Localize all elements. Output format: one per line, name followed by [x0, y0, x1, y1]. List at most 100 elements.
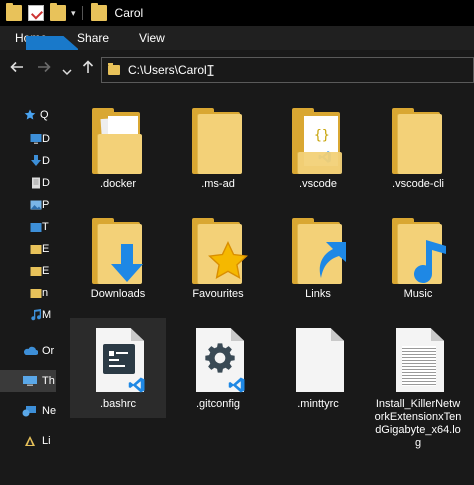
- linux-icon: [25, 436, 35, 446]
- file-item-install-log[interactable]: Install_KillerNetw orkExtensionxTen dGig…: [370, 318, 466, 478]
- item-label: .vscode-cli: [392, 178, 444, 190]
- item-label: .gitconfig: [195, 398, 241, 410]
- nav-item-this-pc[interactable]: Th: [0, 370, 56, 392]
- address-row: C:\Users\Carol I: [0, 50, 474, 90]
- folder-icon[interactable]: [6, 3, 22, 21]
- new-folder-icon[interactable]: [50, 3, 66, 21]
- address-path[interactable]: C:\Users\Carol: [128, 63, 207, 77]
- folder-icon: [392, 108, 444, 174]
- address-bar[interactable]: C:\Users\Carol I: [101, 57, 474, 83]
- gear-icon: [205, 343, 235, 373]
- item-label: Favourites: [192, 288, 244, 300]
- item-label: .vscode: [299, 178, 337, 190]
- folder-icon: [30, 267, 42, 276]
- folder-item-docker[interactable]: .docker: [70, 98, 166, 198]
- nav-item-folder-e1[interactable]: E: [0, 238, 56, 260]
- ribbon-tabs: File Home Share View: [0, 26, 474, 100]
- nav-item-downloads[interactable]: D: [0, 150, 56, 172]
- folder-icon: [92, 108, 144, 174]
- file-item-gitconfig[interactable]: .gitconfig: [170, 318, 266, 418]
- quick-access-dropdown-icon[interactable]: ▾: [71, 8, 76, 19]
- nav-item-folder-e2[interactable]: E: [0, 260, 56, 282]
- folder-icon: [30, 223, 42, 232]
- back-arrow-icon[interactable]: [10, 60, 24, 79]
- nav-item-label: Th: [42, 375, 55, 387]
- folder-icon: [192, 108, 244, 174]
- window-title: Carol: [114, 6, 144, 20]
- nav-item-network[interactable]: Ne: [0, 400, 56, 422]
- folder-icon: [92, 218, 144, 284]
- nav-item-label: D: [42, 177, 50, 189]
- item-label: .minttyrc: [297, 398, 339, 410]
- folder-item-links[interactable]: Links: [270, 208, 366, 308]
- folder-item-favourites[interactable]: Favourites: [170, 208, 266, 308]
- nav-item-pictures[interactable]: P: [0, 194, 56, 216]
- folder-item-ms-ad[interactable]: .ms-ad: [170, 98, 266, 198]
- item-label: Links: [305, 288, 331, 300]
- folder-icon: [108, 63, 120, 75]
- desktop-icon: [30, 134, 42, 144]
- nav-item-label: D: [42, 133, 50, 145]
- nav-item-music[interactable]: M: [0, 304, 56, 326]
- star-icon: [24, 109, 36, 120]
- vscode-icon: [228, 377, 245, 393]
- nav-item-label: P: [42, 199, 50, 211]
- nav-item-label: D: [42, 155, 50, 167]
- folder-icon: [392, 218, 446, 284]
- tab-view[interactable]: View: [124, 26, 180, 50]
- window-folder-icon: [90, 3, 107, 21]
- file-list-view: .docker .ms-ad {} .vscode .vscode-cli Do…: [56, 90, 474, 485]
- nav-item-documents[interactable]: D: [0, 172, 56, 194]
- nav-item-label: Q: [40, 109, 49, 121]
- folder-item-vscode[interactable]: {} .vscode: [270, 98, 366, 198]
- nav-item-linux[interactable]: Li: [0, 430, 56, 452]
- folder-item-music[interactable]: Music: [370, 208, 466, 308]
- item-label: Music: [403, 288, 433, 300]
- onedrive-icon: [24, 346, 38, 355]
- item-label: .docker: [99, 178, 137, 190]
- item-label: Install_KillerNetw orkExtensionxTen dGig…: [374, 398, 462, 449]
- downloads-icon: [31, 155, 41, 166]
- navigation-pane: Q D D D P T E E n M Or Th Ne Li: [0, 90, 56, 485]
- json-braces-icon: {}: [314, 128, 330, 143]
- star-icon: [208, 240, 248, 279]
- nav-item-label: E: [42, 265, 50, 277]
- folder-icon: {}: [292, 108, 344, 174]
- nav-item-folder-t[interactable]: T: [0, 216, 56, 238]
- pictures-icon: [30, 200, 42, 210]
- documents-icon: [32, 177, 40, 189]
- folder-item-downloads[interactable]: Downloads: [70, 208, 166, 308]
- nav-item-label: n: [42, 287, 49, 299]
- nav-item-quick-access[interactable]: Q: [0, 104, 56, 126]
- folder-icon: [192, 218, 248, 284]
- file-item-bashrc[interactable]: .bashrc: [70, 318, 166, 418]
- music-icon: [31, 309, 42, 321]
- folder-icon: [30, 289, 42, 298]
- text-cursor-icon: I: [206, 62, 216, 80]
- nav-item-desktop[interactable]: D: [0, 128, 56, 150]
- nav-item-label: Li: [42, 435, 51, 447]
- item-label: Downloads: [90, 288, 146, 300]
- terminal-icon: [103, 344, 135, 374]
- up-arrow-icon[interactable]: [81, 60, 95, 79]
- recent-locations-chevron-icon[interactable]: [62, 63, 72, 81]
- nav-item-label: Ne: [42, 405, 56, 417]
- folder-icon: [292, 218, 346, 284]
- nav-item-label: M: [42, 309, 52, 321]
- item-label: .ms-ad: [201, 178, 235, 190]
- file-item-minttyrc[interactable]: .minttyrc: [270, 318, 366, 418]
- properties-icon[interactable]: [28, 5, 44, 21]
- this-pc-icon: [23, 376, 37, 386]
- download-arrow-icon: [111, 244, 143, 282]
- music-note-icon: [414, 240, 446, 283]
- nav-item-label: E: [42, 243, 50, 255]
- title-bar: ▾ Carol: [0, 0, 474, 26]
- vscode-icon: [128, 377, 145, 393]
- forward-arrow-icon[interactable]: [37, 60, 51, 79]
- folder-item-vscode-cli[interactable]: .vscode-cli: [370, 98, 466, 198]
- nav-item-folder-n[interactable]: n: [0, 282, 56, 304]
- item-label: .bashrc: [99, 398, 137, 410]
- nav-item-onedrive[interactable]: Or: [0, 340, 56, 362]
- folder-icon: [30, 245, 42, 254]
- network-icon: [22, 406, 36, 417]
